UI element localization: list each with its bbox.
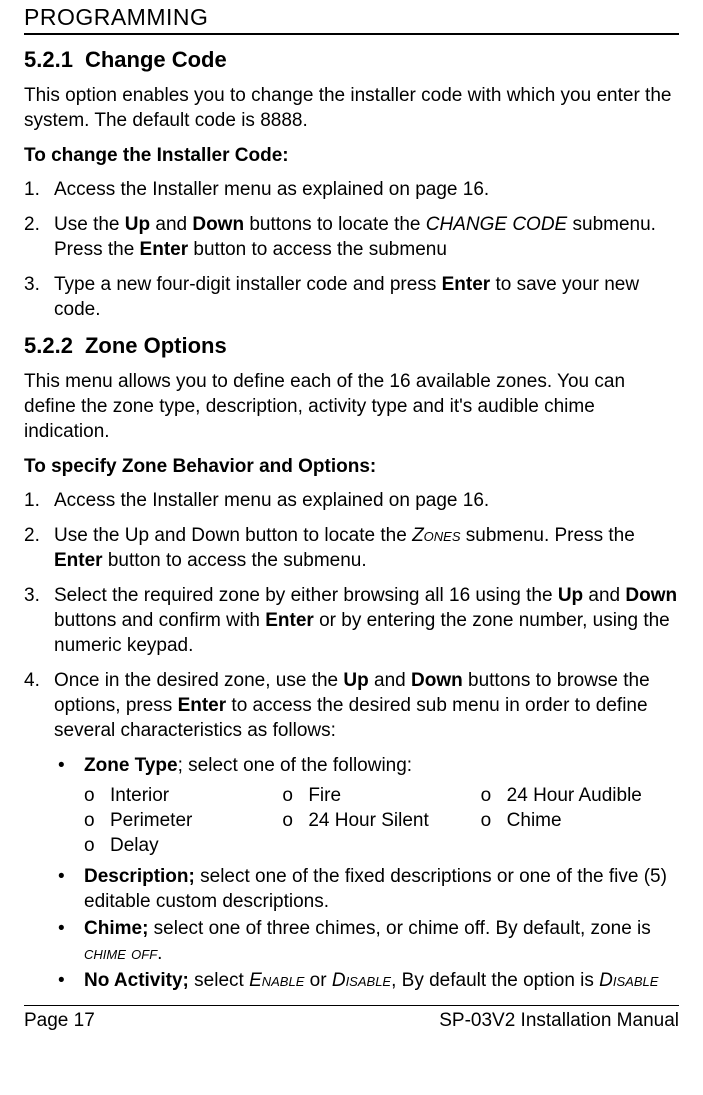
bullet-body: Chime; select one of three chimes, or ch… [84,916,679,966]
bullet-body: Description; select one of the fixed des… [84,864,679,914]
s1-steps: 1. Access the Installer menu as explaine… [24,177,679,322]
s1-step3: 3. Type a new four-digit installer code … [24,272,679,322]
s2-proc-head: To specify Zone Behavior and Options: [24,456,679,478]
page-footer: Page 17 SP-03V2 Installation Manual [24,1005,679,1032]
list-body: Select the required zone by either brows… [54,583,679,658]
list-marker: 2. [24,523,54,573]
zone-opt-fire: oFire [282,783,480,808]
list-body: Access the Installer menu as explained o… [54,488,679,513]
bullet-chime: • Chime; select one of three chimes, or … [58,916,679,966]
bullet-icon: • [58,916,84,966]
bullet-icon: • [58,753,84,778]
zone-opt-24h-silent: o24 Hour Silent [282,808,480,833]
zone-type-options: oInterior oPerimeter oDelay oFire o24 Ho… [84,783,679,858]
page-header: PROGRAMMING [24,0,679,35]
zone-col-3: o24 Hour Audible oChime [481,783,679,858]
heading-521-num: 5.2.1 [24,47,85,73]
s1-intro: This option enables you to change the in… [24,83,679,133]
heading-521-title: Change Code [85,47,227,72]
list-marker: 1. [24,488,54,513]
s2-bullets-2: • Description; select one of the fixed d… [58,864,679,993]
bullet-description: • Description; select one of the fixed d… [58,864,679,914]
list-body: Use the Up and Down button to locate the… [54,523,679,573]
zone-opt-delay: oDelay [84,833,282,858]
zone-opt-interior: oInterior [84,783,282,808]
heading-522: 5.2.2Zone Options [24,333,679,359]
s2-step3: 3. Select the required zone by either br… [24,583,679,658]
heading-521: 5.2.1Change Code [24,47,679,73]
list-marker: 3. [24,272,54,322]
s2-intro: This menu allows you to define each of t… [24,369,679,444]
list-body: Type a new four-digit installer code and… [54,272,679,322]
heading-522-num: 5.2.2 [24,333,85,359]
bullet-body: Zone Type; select one of the following: [84,753,679,778]
zone-col-1: oInterior oPerimeter oDelay [84,783,282,858]
bullet-zone-type: • Zone Type; select one of the following… [58,753,679,778]
bullet-icon: • [58,968,84,993]
heading-522-title: Zone Options [85,333,227,358]
zone-opt-perimeter: oPerimeter [84,808,282,833]
s2-step2: 2. Use the Up and Down button to locate … [24,523,679,573]
list-marker: 1. [24,177,54,202]
list-marker: 2. [24,212,54,262]
zone-opt-24h-audible: o24 Hour Audible [481,783,679,808]
bullet-body: No Activity; select Enable or Disable, B… [84,968,679,993]
s1-proc-head: To change the Installer Code: [24,145,679,167]
zone-opt-chime: oChime [481,808,679,833]
footer-page-num: Page 17 [24,1010,95,1032]
zone-col-2: oFire o24 Hour Silent [282,783,480,858]
footer-manual-title: SP-03V2 Installation Manual [439,1010,679,1032]
list-marker: 3. [24,583,54,658]
list-body: Once in the desired zone, use the Up and… [54,668,679,743]
s2-steps: 1. Access the Installer menu as explaine… [24,488,679,744]
s2-bullets: • Zone Type; select one of the following… [58,753,679,778]
list-body: Access the Installer menu as explained o… [54,177,679,202]
s2-step4: 4. Once in the desired zone, use the Up … [24,668,679,743]
s2-step1: 1. Access the Installer menu as explaine… [24,488,679,513]
list-body: Use the Up and Down buttons to locate th… [54,212,679,262]
bullet-icon: • [58,864,84,914]
list-marker: 4. [24,668,54,743]
s1-step1: 1. Access the Installer menu as explaine… [24,177,679,202]
s1-step2: 2. Use the Up and Down buttons to locate… [24,212,679,262]
bullet-no-activity: • No Activity; select Enable or Disable,… [58,968,679,993]
